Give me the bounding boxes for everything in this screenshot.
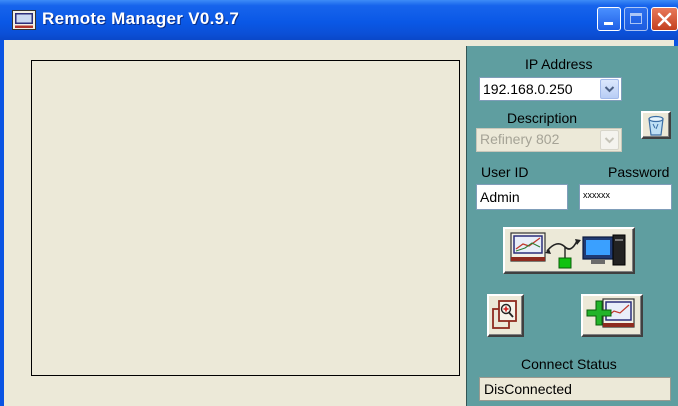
- monitor-app-icon: [12, 10, 36, 30]
- add-recorder-icon: [586, 298, 635, 328]
- maximize-icon: [630, 13, 642, 24]
- minimize-icon: [604, 22, 613, 25]
- connect-recorder-to-computer-icon: [510, 232, 626, 269]
- connect-status-label: Connect Status: [521, 356, 617, 372]
- display-area: [31, 60, 460, 376]
- password-label: Password: [608, 164, 670, 180]
- user-id-input[interactable]: Admin: [476, 184, 568, 210]
- ip-address-value: 192.168.0.250: [483, 81, 573, 97]
- description-select: Refinery 802: [476, 128, 622, 152]
- delete-entry-button[interactable]: [641, 111, 671, 139]
- ip-address-label: IP Address: [525, 56, 593, 72]
- user-id-label: User ID: [481, 164, 529, 180]
- description-dropdown-button: [600, 130, 619, 150]
- close-button[interactable]: [651, 7, 678, 31]
- minimize-button[interactable]: [597, 7, 621, 31]
- chevron-down-icon: [604, 86, 615, 93]
- title-bar[interactable]: Remote Manager V0.9.7: [0, 0, 678, 40]
- chevron-down-icon: [604, 137, 615, 144]
- ip-dropdown-button[interactable]: [600, 79, 619, 99]
- connect-status-value: DisConnected: [479, 377, 671, 401]
- password-input[interactable]: xxxxxx: [579, 184, 672, 210]
- window-title: Remote Manager V0.9.7: [42, 9, 240, 28]
- description-value: Refinery 802: [480, 131, 560, 147]
- ip-address-select[interactable]: 192.168.0.250: [479, 77, 622, 101]
- zoom-window-icon: [492, 300, 517, 329]
- recycle-bin-icon: [648, 115, 664, 136]
- add-recorder-button[interactable]: [581, 294, 643, 337]
- close-icon: [657, 12, 672, 27]
- zoom-button[interactable]: [487, 294, 524, 337]
- description-label: Description: [507, 110, 578, 126]
- app-window: Remote Manager V0.9.7 IP Address 192.168…: [0, 0, 678, 406]
- connect-button[interactable]: [503, 227, 635, 274]
- maximize-button: [624, 7, 648, 31]
